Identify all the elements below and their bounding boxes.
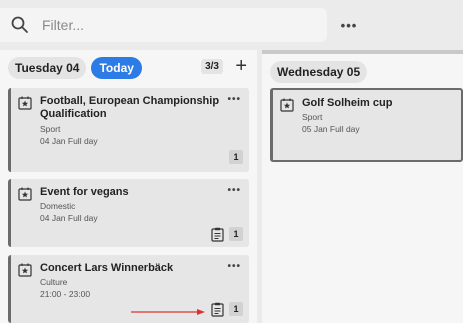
day-column-wednesday: Wednesday 05 Golf Solheim cup Sport 05 J… [262, 50, 463, 323]
filter-input[interactable]: Filter... [42, 17, 84, 33]
clipboard-icon[interactable] [210, 227, 225, 242]
event-time: 04 Jan Full day [40, 213, 98, 223]
coverage-count-badge: 1 [229, 227, 243, 241]
add-event-button[interactable]: + [235, 55, 247, 77]
search-icon [11, 16, 28, 33]
event-category: Culture [40, 277, 68, 287]
day-column-header: Wednesday 05 [270, 61, 455, 83]
event-category: Sport [40, 124, 61, 134]
day-column-header: Tuesday 04 Today 3/3 + [8, 55, 249, 79]
more-options-button[interactable]: ••• [336, 12, 362, 38]
event-more-button[interactable]: ••• [227, 94, 241, 105]
event-card[interactable]: Event for vegans Domestic 04 Jan Full da… [8, 179, 249, 247]
event-time: 04 Jan Full day [40, 136, 98, 146]
event-card[interactable]: Golf Solheim cup Sport 05 Jan Full day [270, 88, 463, 162]
coverage-count-badge: 1 [229, 302, 243, 316]
event-card[interactable]: Concert Lars Winnerbäck Culture 21:00 - … [8, 255, 249, 323]
day-label[interactable]: Tuesday 04 [8, 57, 87, 79]
day-column-tuesday: Tuesday 04 Today 3/3 + Football, Europea… [0, 50, 257, 323]
event-star-icon [18, 96, 32, 110]
today-badge[interactable]: Today [91, 57, 142, 79]
event-more-button[interactable]: ••• [227, 261, 241, 272]
event-count-badge: 3/3 [201, 59, 223, 74]
day-label[interactable]: Wednesday 05 [270, 61, 368, 83]
event-time: 21:00 - 23:00 [40, 289, 91, 299]
event-more-button[interactable]: ••• [227, 185, 241, 196]
event-star-icon [280, 98, 294, 112]
event-time: 05 Jan Full day [302, 124, 360, 134]
filter-bar[interactable]: Filter... [0, 8, 327, 42]
pointer-arrow [131, 309, 205, 315]
event-title: Event for vegans [40, 186, 129, 198]
coverage-count-badge: 1 [229, 150, 243, 164]
event-star-icon [18, 263, 32, 277]
event-category: Sport [302, 112, 323, 122]
event-title: Golf Solheim cup [302, 97, 393, 109]
event-category: Domestic [40, 201, 76, 211]
event-title: Football, European Championship Qualific… [40, 95, 220, 120]
event-star-icon [18, 187, 32, 201]
event-card[interactable]: Football, European Championship Qualific… [8, 88, 249, 172]
event-title: Concert Lars Winnerbäck [40, 262, 174, 274]
clipboard-icon[interactable] [210, 302, 225, 317]
